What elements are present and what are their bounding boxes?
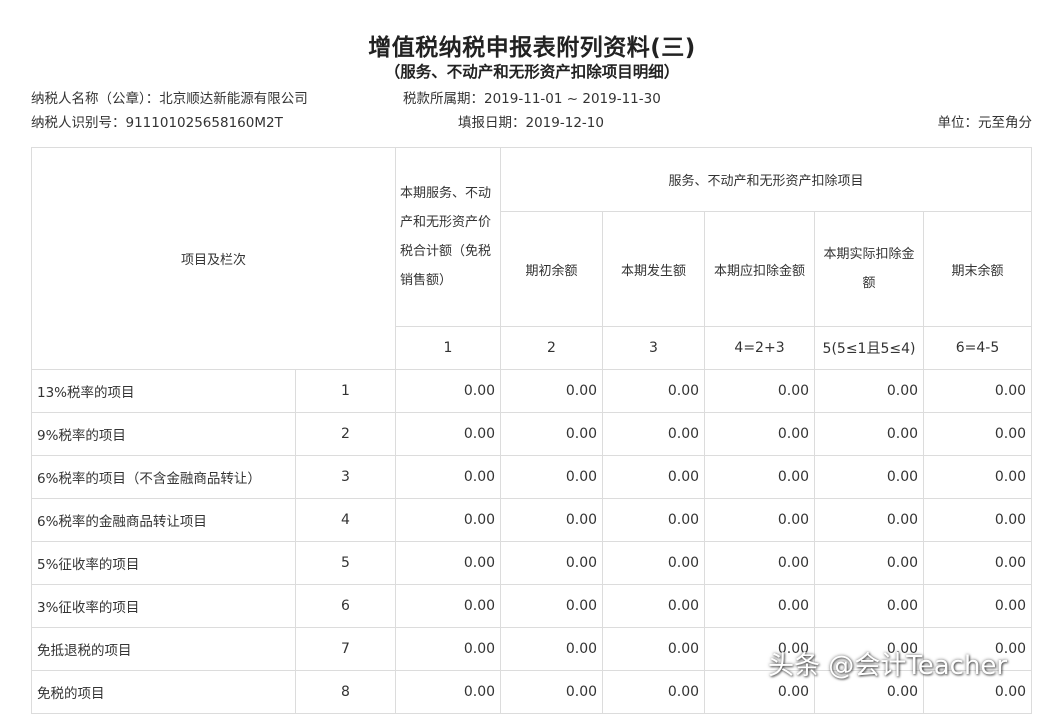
table-row: 13%税率的项目 1 0.00 0.00 0.00 0.00 0.00 0.00 — [31, 369, 1033, 413]
amount-cell[interactable]: 0.00 — [602, 670, 706, 714]
amount-cell[interactable]: 0.00 — [500, 369, 604, 413]
table-row: 6%税率的项目（不含金融商品转让） 3 0.00 0.00 0.00 0.00 0.00 0.… — [31, 455, 1033, 499]
table-row: 9%税率的项目 2 0.00 0.00 0.00 0.00 0.00 0.00 — [31, 412, 1033, 456]
amount-cell[interactable]: 0.00 — [923, 541, 1033, 585]
amount-cell[interactable]: 0.00 — [500, 498, 604, 542]
col4-header: 本期应扣除金额 — [704, 211, 816, 327]
amount-cell[interactable]: 0.00 — [500, 412, 604, 456]
row-number: 4 — [294, 498, 397, 542]
fill-date: 填报日期：2019-12-10 — [458, 115, 604, 131]
amount-cell[interactable]: 0.00 — [814, 369, 925, 413]
taxpayer-id: 纳税人识别号：911101025658160M2T — [31, 115, 283, 131]
amount-cell[interactable]: 0.00 — [602, 627, 706, 671]
col2-header: 期初余额 — [500, 211, 604, 327]
amount-cell[interactable]: 0.00 — [814, 584, 925, 628]
row-label: 免税的项目 — [31, 670, 296, 714]
amount-cell[interactable]: 0.00 — [500, 584, 604, 628]
row-label: 5%征收率的项目 — [31, 541, 296, 585]
currency-unit: 单位：元至角分 — [937, 115, 1033, 131]
amount-cell[interactable]: 0.00 — [395, 541, 502, 585]
amount-cell[interactable]: 0.00 — [814, 412, 925, 456]
row-number: 2 — [294, 412, 397, 456]
amount-cell[interactable]: 0.00 — [923, 584, 1033, 628]
row-label: 3%征收率的项目 — [31, 584, 296, 628]
row-number: 6 — [294, 584, 397, 628]
amount-cell[interactable]: 0.00 — [500, 455, 604, 499]
amount-cell[interactable]: 0.00 — [395, 369, 502, 413]
amount-cell[interactable]: 0.00 — [395, 455, 502, 499]
row-number: 5 — [294, 541, 397, 585]
row-label: 免抵退税的项目 — [31, 627, 296, 671]
amount-cell[interactable]: 0.00 — [602, 412, 706, 456]
amount-cell[interactable]: 0.00 — [602, 584, 706, 628]
amount-cell[interactable]: 0.00 — [602, 369, 706, 413]
amount-cell[interactable]: 0.00 — [814, 455, 925, 499]
amount-cell[interactable]: 0.00 — [923, 455, 1033, 499]
col1-header: 本期服务、不动产和无形资产价税合计额（免税销售额） — [395, 147, 502, 327]
amount-cell[interactable]: 0.00 — [923, 498, 1033, 542]
row-label: 13%税率的项目 — [31, 369, 296, 413]
formula-cell: 1 — [395, 326, 502, 370]
amount-cell[interactable]: 0.00 — [500, 541, 604, 585]
table-row: 6%税率的金融商品转让项目 4 0.00 0.00 0.00 0.00 0.00 0.00 — [31, 498, 1033, 542]
amount-cell[interactable]: 0.00 — [704, 584, 816, 628]
amount-cell[interactable]: 0.00 — [814, 541, 925, 585]
formula-cell: 3 — [602, 326, 706, 370]
formula-cell: 4=2+3 — [704, 326, 816, 370]
amount-cell[interactable]: 0.00 — [395, 670, 502, 714]
amount-cell[interactable]: 0.00 — [704, 498, 816, 542]
watermark: 头条 @会计Teacher — [768, 651, 1008, 681]
amount-cell[interactable]: 0.00 — [704, 412, 816, 456]
form-title: 增值税纳税申报表附列资料(三) — [368, 35, 696, 61]
amount-cell[interactable]: 0.00 — [704, 541, 816, 585]
deduction-items-table: 项目及栏次 本期服务、不动产和无形资产价税合计额（免税销售额） 服务、不动产和无… — [30, 147, 1033, 714]
col6-header: 期末余额 — [923, 211, 1033, 327]
amount-cell[interactable]: 0.00 — [500, 670, 604, 714]
form-subtitle: （服务、不动产和无形资产扣除项目明细） — [384, 63, 680, 81]
amount-cell[interactable]: 0.00 — [704, 455, 816, 499]
amount-cell[interactable]: 0.00 — [395, 627, 502, 671]
amount-cell[interactable]: 0.00 — [602, 455, 706, 499]
row-number: 7 — [294, 627, 397, 671]
tax-period: 税款所属期：2019-11-01 ~ 2019-11-30 — [403, 91, 661, 107]
deduction-group-header: 服务、不动产和无形资产扣除项目 — [500, 147, 1033, 212]
table-row: 5%征收率的项目 5 0.00 0.00 0.00 0.00 0.00 0.00 — [31, 541, 1033, 585]
amount-cell[interactable]: 0.00 — [395, 584, 502, 628]
amount-cell[interactable]: 0.00 — [395, 498, 502, 542]
row-number: 8 — [294, 670, 397, 714]
formula-cell: 6=4-5 — [923, 326, 1033, 370]
formula-cell: 2 — [500, 326, 604, 370]
row-label: 6%税率的项目（不含金融商品转让） — [31, 455, 296, 499]
row-label: 6%税率的金融商品转让项目 — [31, 498, 296, 542]
taxpayer-name: 纳税人名称（公章）：北京顺达新能源有限公司 — [31, 91, 308, 107]
row-number: 1 — [294, 369, 397, 413]
col3-header: 本期发生额 — [602, 211, 706, 327]
table-row: 3%征收率的项目 6 0.00 0.00 0.00 0.00 0.00 0.00 — [31, 584, 1033, 628]
amount-cell[interactable]: 0.00 — [602, 541, 706, 585]
amount-cell[interactable]: 0.00 — [814, 498, 925, 542]
item-column-header: 项目及栏次 — [30, 147, 397, 370]
amount-cell[interactable]: 0.00 — [500, 627, 604, 671]
amount-cell[interactable]: 0.00 — [395, 412, 502, 456]
col5-header: 本期实际扣除金额 — [814, 211, 925, 327]
row-number: 3 — [294, 455, 397, 499]
formula-cell: 5(5≤1且5≤4) — [814, 326, 925, 370]
amount-cell[interactable]: 0.00 — [923, 369, 1033, 413]
amount-cell[interactable]: 0.00 — [602, 498, 706, 542]
amount-cell[interactable]: 0.00 — [923, 412, 1033, 456]
amount-cell[interactable]: 0.00 — [704, 369, 816, 413]
row-label: 9%税率的项目 — [31, 412, 296, 456]
